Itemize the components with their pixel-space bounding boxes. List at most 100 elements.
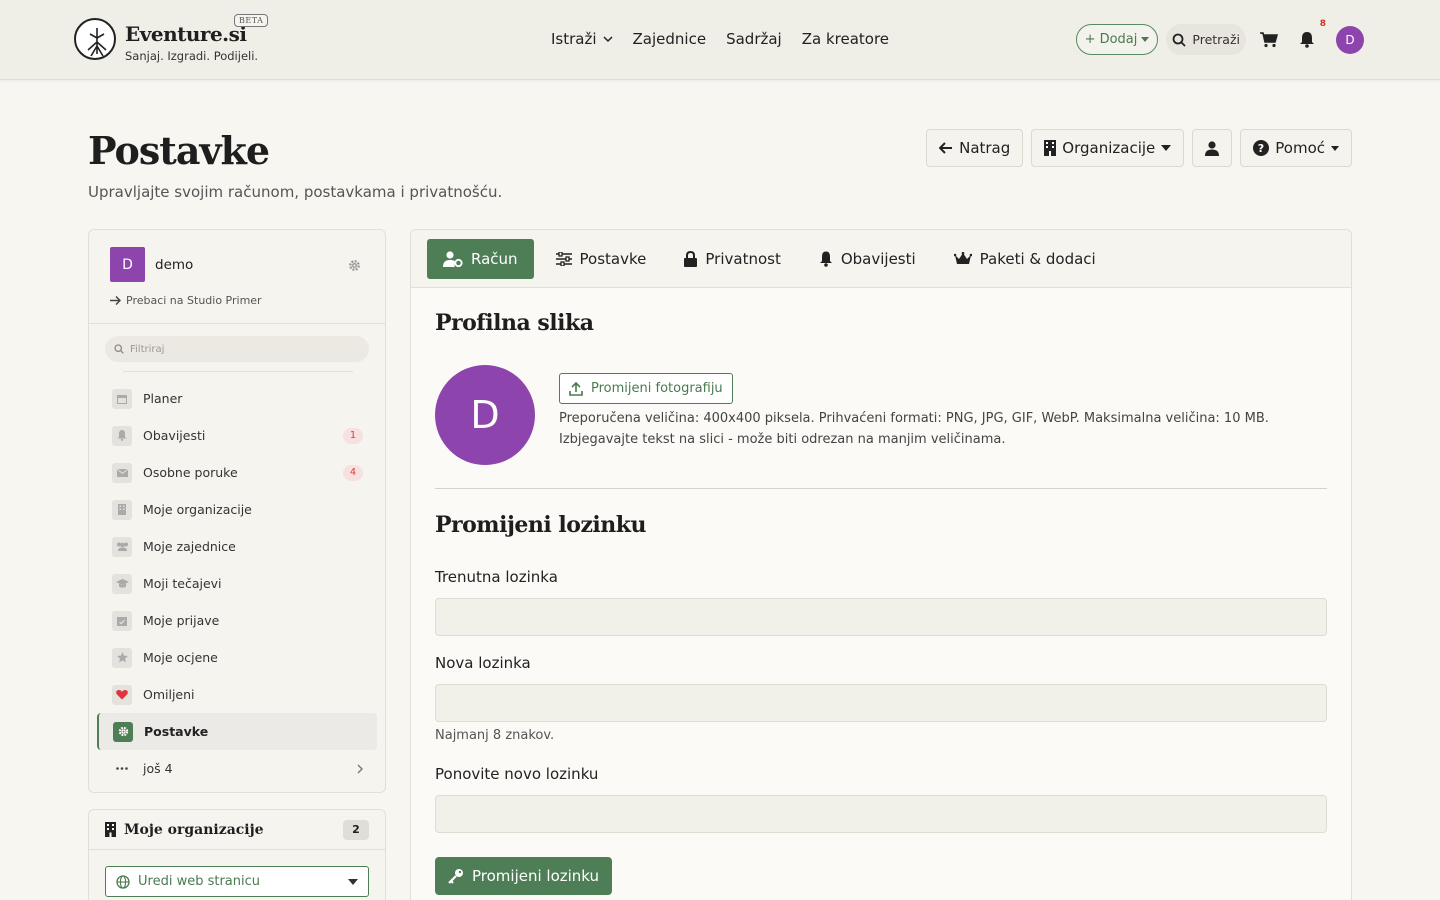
sidebar-item-favorites[interactable]: Omiljeni	[89, 676, 385, 713]
organizations-dropdown[interactable]: Organizacije	[1031, 129, 1185, 167]
tab-notifications[interactable]: Obavijesti	[803, 239, 932, 279]
filter-input[interactable]: Filtriraj	[105, 336, 369, 362]
bell-icon	[1300, 32, 1314, 48]
sidebar-item-registrations[interactable]: Moje prijave	[89, 602, 385, 639]
new-password-label: Nova lozinka	[435, 654, 531, 672]
sidebar-item-communities[interactable]: Moje zajednice	[89, 528, 385, 565]
sliders-icon	[555, 251, 572, 266]
title-actions: Natrag Organizacije ? Pomoć	[926, 129, 1352, 167]
arrow-left-icon	[939, 142, 953, 154]
nav-communities[interactable]: Zajednice	[633, 30, 707, 48]
gear-icon	[113, 721, 133, 742]
search-icon	[114, 344, 124, 354]
gear-icon[interactable]	[348, 257, 361, 276]
notification-count: 8	[1319, 18, 1326, 29]
cart-icon	[1260, 31, 1278, 47]
settings-tabs: Račun Postavke Privatnost Obavijesti Pak…	[411, 230, 1351, 288]
sidebar-item-more[interactable]: još 4	[89, 750, 385, 787]
sidebar-item-label: Moje ocjene	[143, 650, 218, 665]
search-label: Pretraži	[1192, 32, 1240, 47]
tab-preferences[interactable]: Postavke	[540, 239, 663, 279]
repeat-password-input[interactable]	[435, 795, 1327, 833]
sidebar-item-label: Moje prijave	[143, 613, 220, 628]
key-icon	[448, 869, 463, 884]
chevron-right-icon	[357, 764, 363, 773]
sidebar-item-label: Moji tečajevi	[143, 576, 222, 591]
account-settings-panel: Račun Postavke Privatnost Obavijesti Pak…	[410, 229, 1352, 900]
search-button[interactable]: Pretraži	[1166, 24, 1246, 55]
crown-icon	[953, 251, 972, 264]
user-icon	[1205, 140, 1220, 156]
star-icon	[112, 647, 132, 668]
help-dropdown[interactable]: ? Pomoć	[1240, 129, 1352, 167]
lock-icon	[684, 250, 698, 267]
sidebar-item-settings[interactable]: Postavke	[97, 713, 377, 750]
filter-placeholder: Filtriraj	[130, 343, 165, 355]
current-password-input[interactable]	[435, 598, 1327, 636]
user-avatar-square: D	[110, 247, 145, 282]
sidebar-item-organizations[interactable]: Moje organizacije	[89, 491, 385, 528]
back-button[interactable]: Natrag	[926, 129, 1024, 167]
graduation-cap-icon	[112, 573, 132, 594]
user-avatar[interactable]: D	[1336, 25, 1364, 54]
add-button[interactable]: + Dodaj	[1075, 24, 1159, 55]
sidebar-item-ratings[interactable]: Moje ocjene	[89, 639, 385, 676]
tab-notifications-label: Obavijesti	[840, 249, 916, 268]
upload-icon	[569, 381, 583, 396]
settings-sidebar: D demo Prebaci na Studio Primer Filtrira…	[88, 229, 386, 793]
envelope-icon	[112, 462, 132, 483]
tab-privacy[interactable]: Privatnost	[668, 239, 796, 279]
calendar-check-icon	[112, 610, 132, 631]
cart-button[interactable]	[1254, 25, 1284, 55]
sidebar-item-planner[interactable]: Planer	[89, 380, 385, 417]
change-password-button[interactable]: Promijeni lozinku	[435, 857, 613, 895]
arrow-right-icon	[110, 296, 121, 305]
divider	[123, 371, 353, 372]
heart-icon	[112, 684, 132, 705]
tab-preferences-label: Postavke	[579, 249, 647, 268]
caret-down-icon	[348, 878, 358, 885]
sidebar-item-label: Moje organizacije	[143, 502, 252, 517]
bell-icon	[112, 425, 132, 446]
sidebar-item-label: Osobne poruke	[143, 465, 238, 480]
tab-privacy-label: Privatnost	[705, 249, 781, 268]
nav-creators[interactable]: Za kreatore	[802, 30, 889, 48]
sidebar-item-label: Postavke	[144, 724, 209, 739]
back-label: Natrag	[959, 139, 1011, 157]
change-photo-button[interactable]: Promijeni fotografiju	[559, 373, 733, 404]
user-name: demo	[155, 256, 194, 273]
sidebar-item-courses[interactable]: Moji tečajevi	[89, 565, 385, 602]
nav-explore-label: Istraži	[551, 30, 597, 48]
nav-content[interactable]: Sadržaj	[726, 30, 782, 48]
logo[interactable]: Eventure.si Sanjaj. Izgradi. Podijeli. B…	[74, 14, 269, 63]
page-title: Postavke	[88, 128, 270, 173]
sidebar-item-notifications[interactable]: Obavijesti 1	[89, 417, 385, 454]
caret-down-icon	[1141, 36, 1150, 42]
tab-account[interactable]: Račun	[427, 238, 534, 279]
new-password-input[interactable]	[435, 684, 1327, 722]
switch-account-label: Prebaci na Studio Primer	[126, 294, 262, 307]
tree-logo-icon	[74, 18, 116, 60]
nav-explore[interactable]: Istraži	[551, 30, 613, 48]
photo-help-text: Preporučena veličina: 400x400 piksela. P…	[559, 411, 1269, 447]
building-icon	[105, 822, 116, 837]
notifications-button[interactable]: 8	[1292, 19, 1326, 55]
sidebar-item-label: Omiljeni	[143, 687, 195, 702]
building-icon	[1044, 140, 1057, 156]
sidebar-item-label: Moje zajednice	[143, 539, 236, 554]
count-badge: 4	[343, 464, 363, 481]
profile-avatar: D	[435, 365, 535, 465]
switch-account-link[interactable]: Prebaci na Studio Primer	[110, 294, 365, 307]
sidebar-menu: Planer Obavijesti 1 Osobne poruke 4 Moje…	[89, 380, 385, 787]
beta-badge: BETA	[234, 14, 269, 27]
sidebar-item-messages[interactable]: Osobne poruke 4	[89, 454, 385, 491]
caret-down-icon	[1331, 145, 1339, 151]
orgs-card-title: Moje organizacije	[124, 821, 264, 838]
search-icon	[1172, 33, 1187, 47]
sidebar-item-label: još 4	[143, 761, 173, 776]
organization-select[interactable]: Uredi web stranicu	[105, 866, 369, 897]
section-divider	[435, 488, 1327, 489]
profile-button[interactable]	[1192, 129, 1233, 167]
tab-packages[interactable]: Paketi & dodaci	[938, 239, 1112, 279]
my-organizations-card: Moje organizacije 2 Uredi web stranicu	[88, 809, 386, 900]
